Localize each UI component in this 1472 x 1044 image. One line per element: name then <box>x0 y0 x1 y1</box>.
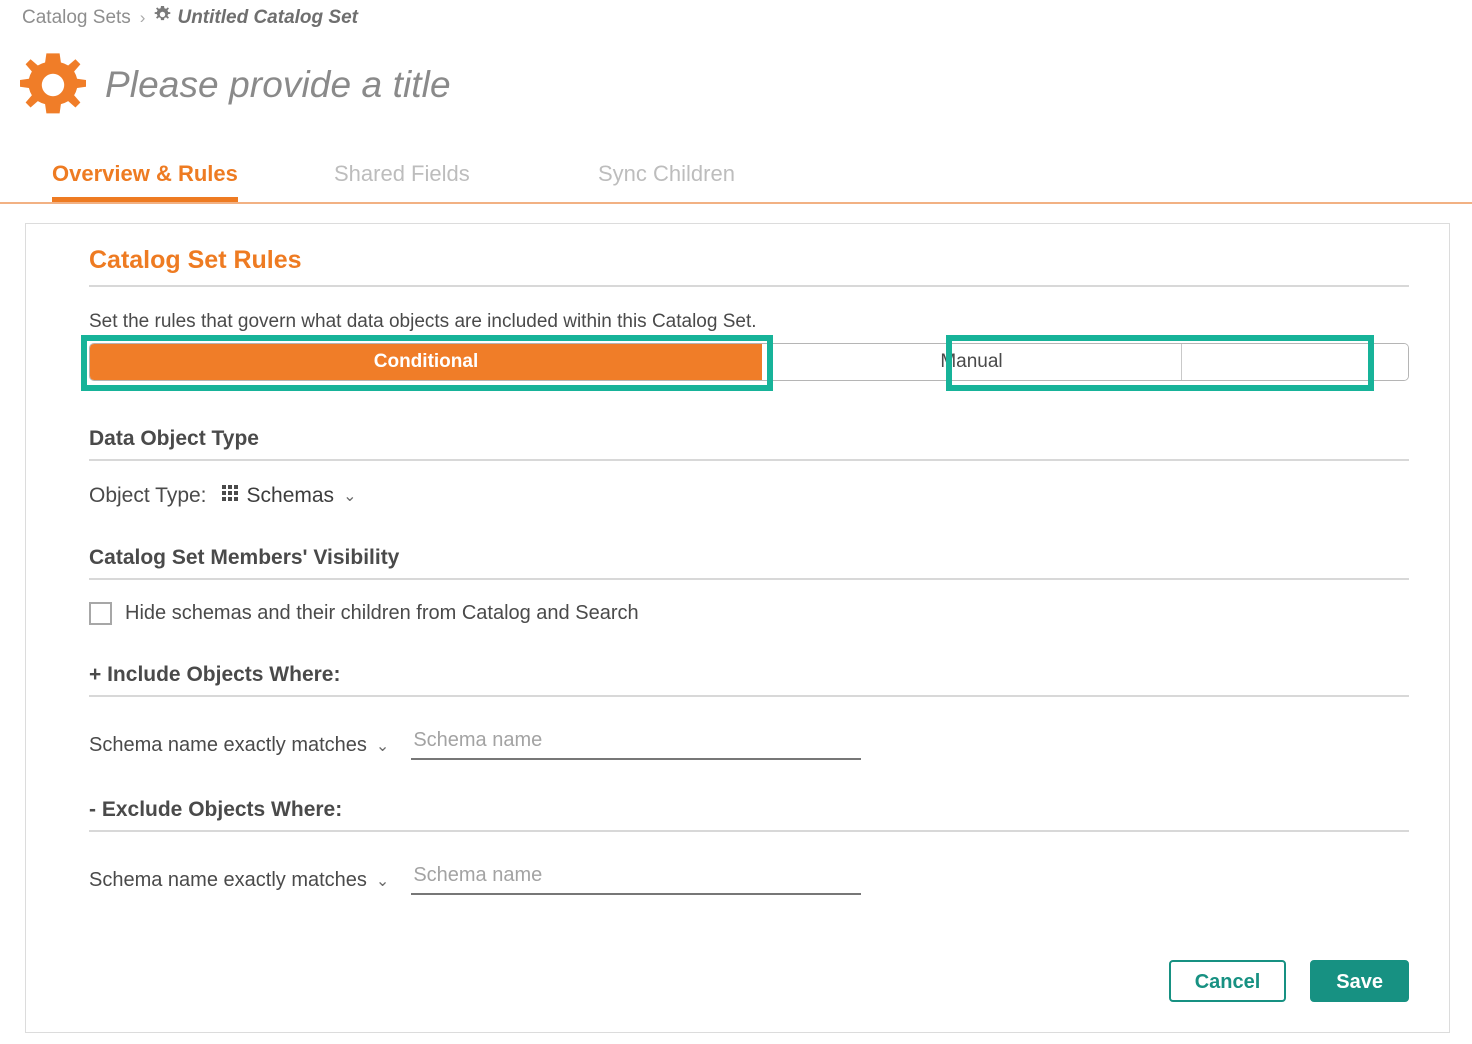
grid-icon <box>221 483 240 508</box>
mode-toggle-wrap: Conditional Manual <box>81 335 1409 391</box>
data-object-type-heading: Data Object Type <box>89 427 1409 461</box>
mode-toggle: Conditional Manual <box>89 343 1409 381</box>
tab-bar: Overview & Rules Shared Fields Sync Chil… <box>0 146 1472 204</box>
object-type-label: Object Type: <box>89 483 207 507</box>
breadcrumb-root[interactable]: Catalog Sets <box>22 7 131 29</box>
cancel-button[interactable]: Cancel <box>1168 960 1287 1002</box>
hide-schemas-checkbox[interactable] <box>89 602 112 625</box>
exclude-rule-row: Schema name exactly matches ⌄ <box>89 862 1409 895</box>
save-button[interactable]: Save <box>1310 960 1409 1002</box>
visibility-heading: Catalog Set Members' Visibility <box>89 546 1409 580</box>
page-title-row: Please provide a title <box>19 52 451 118</box>
chevron-down-icon: ⌄ <box>375 872 390 890</box>
exclude-condition-label: Schema name exactly matches <box>89 869 367 891</box>
hide-schemas-label: Hide schemas and their children from Cat… <box>125 602 639 624</box>
breadcrumb-current: Untitled Catalog Set <box>177 6 358 28</box>
rules-card: Catalog Set Rules Set the rules that gov… <box>25 223 1450 1033</box>
section-title: Catalog Set Rules <box>89 246 1409 287</box>
breadcrumb-separator: › <box>139 7 146 27</box>
chevron-down-icon[interactable]: ⌄ <box>343 486 356 506</box>
tab-shared-fields[interactable]: Shared Fields <box>334 146 470 202</box>
chevron-down-icon: ⌄ <box>375 737 390 755</box>
object-type-row: Object Type: Schemas ⌄ <box>89 483 1409 508</box>
exclude-condition-select[interactable]: Schema name exactly matches ⌄ <box>89 869 389 895</box>
gear-icon <box>154 6 171 29</box>
include-condition-select[interactable]: Schema name exactly matches ⌄ <box>89 734 389 760</box>
breadcrumb: Catalog Sets › Untitled Catalog Set <box>22 6 358 29</box>
object-type-value[interactable]: Schemas <box>247 484 335 508</box>
tab-overview-rules[interactable]: Overview & Rules <box>52 146 238 202</box>
include-schema-name-input[interactable] <box>411 727 862 760</box>
mode-option-conditional[interactable]: Conditional <box>90 344 762 380</box>
exclude-schema-name-input[interactable] <box>411 862 862 895</box>
page-title: Please provide a title <box>105 64 451 105</box>
include-condition-label: Schema name exactly matches <box>89 734 367 756</box>
gear-icon <box>19 52 87 118</box>
include-rule-row: Schema name exactly matches ⌄ <box>89 727 1409 760</box>
mode-option-manual[interactable]: Manual <box>762 344 1182 380</box>
exclude-heading: - Exclude Objects Where: <box>89 798 1409 832</box>
mode-toggle-empty-segment[interactable] <box>1182 344 1408 380</box>
section-description: Set the rules that govern what data obje… <box>89 311 757 332</box>
hide-schemas-row[interactable]: Hide schemas and their children from Cat… <box>89 602 1409 625</box>
tab-sync-children[interactable]: Sync Children <box>598 146 735 202</box>
card-footer-buttons: Cancel Save <box>1168 960 1409 1002</box>
include-heading: + Include Objects Where: <box>89 663 1409 697</box>
